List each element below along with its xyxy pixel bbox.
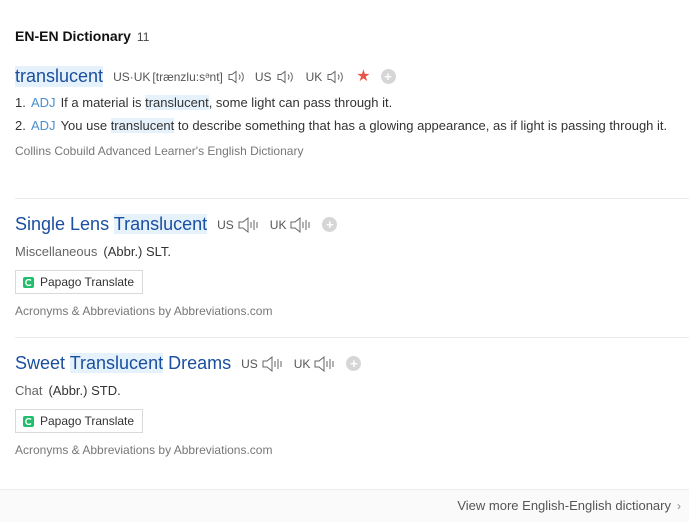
speaker-icon[interactable] [227, 69, 247, 85]
pronunciation: US UK [241, 355, 336, 373]
sense-text: You use [60, 118, 111, 133]
sense-item: 1. ADJ If a material is translucent, some… [15, 93, 689, 113]
speaker-icon[interactable] [276, 69, 296, 85]
uk-label: UK [269, 217, 287, 232]
view-more-label: View more English-English dictionary [457, 498, 671, 513]
divider [15, 337, 689, 338]
dictionary-header: EN-EN Dictionary 11 [15, 28, 149, 44]
speaker-icon[interactable] [290, 216, 312, 234]
part-of-speech: ADJ [31, 118, 56, 133]
papago-icon [23, 415, 34, 427]
definition-row: Chat (Abbr.) STD. [15, 383, 689, 398]
definition-text: (Abbr.) SLT. [103, 244, 172, 259]
uk-label: UK [305, 69, 323, 84]
speaker-icon[interactable] [326, 69, 346, 85]
speaker-icon[interactable] [238, 216, 260, 234]
definition-text: (Abbr.) STD. [48, 383, 121, 398]
papago-icon [23, 276, 34, 288]
star-icon[interactable]: ★ [356, 68, 370, 85]
uk-label: UK [293, 356, 311, 371]
entry-word[interactable]: translucent [15, 66, 104, 87]
add-icon[interactable]: + [380, 69, 396, 84]
source-label: Acronyms & Abbreviations by Abbreviation… [15, 304, 273, 318]
sense-text: , some light can pass through it. [208, 95, 393, 110]
category-label: Miscellaneous [15, 244, 98, 259]
chevron-right-icon: › [677, 498, 681, 513]
entry-word[interactable]: Sweet Translucent Dreams [15, 353, 231, 374]
sense-highlight: translucent [110, 118, 175, 133]
sense-item: 2. ADJ You use translucent to describe so… [15, 116, 689, 136]
category-label: Chat [15, 383, 43, 398]
view-more-link[interactable]: View more English-English dictionary › [457, 498, 681, 513]
us-label: US [241, 356, 258, 371]
speaker-icon[interactable] [314, 355, 336, 373]
source-label: Collins Cobuild Advanced Learner's Engli… [15, 144, 304, 158]
ipa-text: [trænzlu:sᵊnt] [152, 69, 223, 84]
divider [15, 198, 689, 199]
papago-translate-button[interactable]: Papago Translate [15, 270, 144, 294]
result-count: 11 [136, 30, 150, 44]
pronunciation: US·UK [trænzlu:sᵊnt] US UK [113, 69, 346, 85]
papago-label: Papago Translate [40, 414, 135, 428]
entry-translucent: translucent US·UK [trænzlu:sᵊnt] US UK ★… [15, 66, 689, 158]
entry-single-lens-translucent: Single Lens Translucent US UK + Miscella… [15, 214, 689, 318]
add-icon[interactable]: + [346, 356, 362, 371]
papago-translate-button[interactable]: Papago Translate [15, 409, 144, 433]
sense-number: 1. [15, 95, 26, 110]
pronunciation: US UK [217, 216, 312, 234]
us-uk-label: US·UK [113, 69, 151, 84]
speaker-icon[interactable] [262, 355, 284, 373]
footer-bar: View more English-English dictionary › [0, 489, 689, 522]
source-label: Acronyms & Abbreviations by Abbreviation… [15, 443, 273, 457]
entry-word[interactable]: Single Lens Translucent [15, 214, 208, 235]
sense-number: 2. [15, 118, 26, 133]
part-of-speech: ADJ [31, 95, 56, 110]
us-label: US [254, 69, 272, 84]
definition-row: Miscellaneous (Abbr.) SLT. [15, 244, 689, 259]
entry-sweet-translucent-dreams: Sweet Translucent Dreams US UK + Chat (Ab… [15, 353, 689, 457]
sense-highlight: translucent [145, 95, 209, 110]
us-label: US [217, 217, 234, 232]
sense-list: 1. ADJ If a material is translucent, some… [15, 93, 689, 136]
papago-label: Papago Translate [40, 275, 135, 289]
sense-text: If a material is [60, 95, 146, 110]
sense-text: to describe something that has a glowing… [174, 118, 668, 133]
add-icon[interactable]: + [322, 217, 338, 232]
dictionary-title: EN-EN Dictionary [15, 28, 131, 44]
